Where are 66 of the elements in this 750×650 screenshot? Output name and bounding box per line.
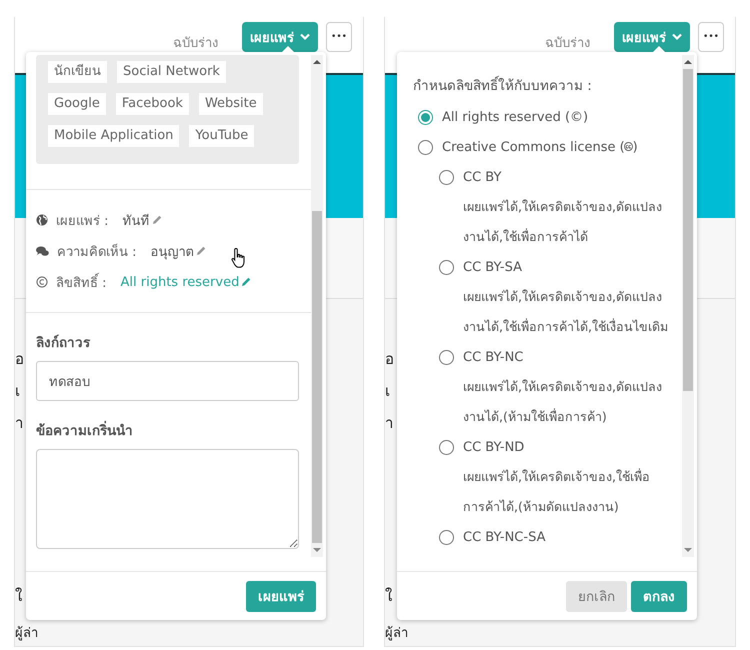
setting-label: ลิขสิทธิ์ : xyxy=(56,272,107,292)
publish-button[interactable]: เผยแพร่ xyxy=(242,22,318,52)
publish-button[interactable]: เผยแพร่ xyxy=(614,22,690,52)
article-text: เ xyxy=(15,381,20,402)
article-text: ใ xyxy=(15,586,22,607)
option-description: เผยแพร่ได้,ให้เครดิตเจ้าของ,ดัดแปลงงานได้,ใช้เพื่อการค้าได้ xyxy=(463,198,663,246)
tag[interactable]: นักเขียน xyxy=(48,61,107,83)
tag[interactable]: Mobile Application xyxy=(48,125,180,147)
radio-button[interactable] xyxy=(418,140,433,154)
tag[interactable]: YouTube xyxy=(189,125,254,147)
radio-button[interactable] xyxy=(418,110,433,124)
draft-link[interactable]: ฉบับร่าง xyxy=(173,32,218,53)
tag[interactable]: Facebook xyxy=(116,93,189,115)
option-label: CC BY-ND xyxy=(463,440,524,454)
option-label: CC BY-NC xyxy=(463,350,524,364)
pencil-icon[interactable] xyxy=(152,215,162,225)
setting-label: เผยแพร่ : xyxy=(56,212,109,230)
pencil-icon[interactable] xyxy=(241,277,252,287)
confirm-button[interactable]: เผยแพร่ xyxy=(246,580,316,612)
article-text: ผู้ล่า xyxy=(15,625,38,643)
scrollbar[interactable] xyxy=(682,55,694,557)
tag[interactable]: Website xyxy=(198,93,263,115)
hand-cursor-icon xyxy=(231,247,247,269)
option-label: CC BY xyxy=(463,170,502,184)
chevron-icon xyxy=(300,33,310,41)
option-label: CC BY-NC-SA xyxy=(463,530,546,544)
article-text: ใ xyxy=(385,586,392,607)
radio-button[interactable] xyxy=(439,350,454,364)
option-label: All rights reserved (©) xyxy=(442,110,588,124)
chevron-icon xyxy=(672,33,682,41)
comments-icon xyxy=(36,246,49,256)
radio-button[interactable] xyxy=(439,170,454,184)
setting-link[interactable]: All rights reserved xyxy=(120,274,240,290)
option-description: เผยแพร่ได้,ให้เครดิตเจ้าของ,ใช้เพื่อการค้าได้,(ห้ามดัดแปลงงาน) xyxy=(463,467,651,516)
radio-button[interactable] xyxy=(439,530,454,544)
article-text: า xyxy=(15,413,23,434)
scrollbar[interactable] xyxy=(311,55,323,557)
more-button[interactable]: ••• xyxy=(326,22,352,52)
option-label: CC BY-SA xyxy=(463,260,522,274)
article-text: อ xyxy=(15,349,24,370)
article-text: เ xyxy=(385,381,390,402)
field-label: ลิงก์ถาวร xyxy=(36,334,92,353)
input-field[interactable]: ทดสอบ xyxy=(36,361,299,401)
option-description: เผยแพร่ได้,ให้เครดิตเจ้าของ,ดัดแปลงงานได้,ใช้เพื่อการค้าได้,ใช้เงื่อนไขเดิม xyxy=(463,288,668,336)
confirm-button[interactable]: ตกลง xyxy=(631,580,687,612)
more-button[interactable]: ••• xyxy=(698,22,724,52)
copyright-icon xyxy=(36,276,48,288)
article-text: อ xyxy=(385,349,394,370)
option-label: Creative Commons license (🅭) xyxy=(442,139,638,155)
draft-link[interactable]: ฉบับร่าง xyxy=(545,32,590,53)
article-text: า xyxy=(385,413,393,434)
setting-value: ทันที xyxy=(122,212,150,230)
cancel-button[interactable]: ยกเลิก xyxy=(566,580,627,612)
pencil-icon[interactable] xyxy=(196,246,206,256)
radio-button[interactable] xyxy=(439,260,454,274)
popover-title: กำหนดลิขสิทธิ์ให้กับบทความ : xyxy=(413,74,682,96)
setting-label: ความคิดเห็น : xyxy=(57,242,137,262)
globe-icon xyxy=(36,214,48,226)
text-area[interactable] xyxy=(36,449,299,549)
tag[interactable]: Google xyxy=(48,93,106,115)
option-description: เผยแพร่ได้,ให้เครดิตเจ้าของ,ดัดแปลงงานได้,(ห้ามใช้เพื่อการค้า) xyxy=(463,378,663,426)
radio-button[interactable] xyxy=(439,440,454,454)
tag[interactable]: Social Network xyxy=(117,61,226,83)
field-label: ข้อความเกริ่นนำ xyxy=(36,419,299,441)
setting-value: อนุญาต xyxy=(150,244,194,262)
article-text: ผู้ล่า xyxy=(385,625,408,643)
